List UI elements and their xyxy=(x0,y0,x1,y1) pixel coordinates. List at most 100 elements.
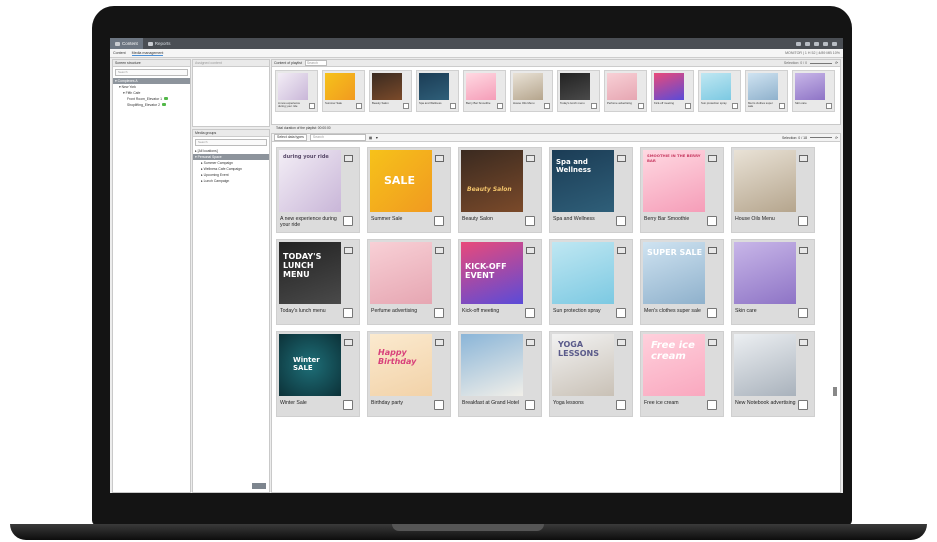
playlist-item[interactable]: A new experience during your ride xyxy=(275,70,318,112)
media-card[interactable]: New Notebook advertising xyxy=(731,331,815,417)
playlist-item[interactable]: Kick-off meeting xyxy=(651,70,694,112)
scrollbar-handle[interactable] xyxy=(833,387,837,396)
media-card[interactable]: Sun protection spray xyxy=(549,239,633,325)
media-card-label: Today's lunch menu xyxy=(280,308,326,314)
media-card-checkbox[interactable] xyxy=(798,400,808,410)
media-card-checkbox[interactable] xyxy=(616,400,626,410)
media-thumbnail: Spa and Wellness xyxy=(552,150,614,212)
media-card[interactable]: SALE Summer Sale xyxy=(367,147,451,233)
media-card[interactable]: Beauty Salon Beauty Salon xyxy=(458,147,542,233)
tab-reports[interactable]: Reports xyxy=(143,38,176,49)
groups-search-input[interactable]: Search xyxy=(195,139,267,146)
media-card-checkbox[interactable] xyxy=(525,308,535,318)
image-type-icon xyxy=(799,247,808,254)
settings-icon[interactable] xyxy=(823,41,828,46)
close-icon[interactable] xyxy=(832,41,837,46)
subtab-media-management[interactable]: Media management xyxy=(131,51,164,56)
playlist-item-checkbox[interactable] xyxy=(638,103,644,109)
structure-search-input[interactable]: Search xyxy=(115,69,188,76)
media-card[interactable]: KICK-OFF EVENT Kick-off meeting xyxy=(458,239,542,325)
media-card-checkbox[interactable] xyxy=(525,216,535,226)
media-card[interactable]: Spa and Wellness Spa and Wellness xyxy=(549,147,633,233)
playlist-thumbnail xyxy=(372,73,402,100)
playlist-item[interactable]: House Oils Menu xyxy=(510,70,553,112)
structure-tree: ▾ Complexes A ▾ New York ▾ Fifth Cafe Fr… xyxy=(113,78,190,108)
media-card[interactable]: YOGA LESSONS Yoga lessons xyxy=(549,331,633,417)
media-card[interactable]: Free ice cream Free ice cream xyxy=(640,331,724,417)
media-card[interactable]: during your ride A new experience during … xyxy=(276,147,360,233)
playlist-item-checkbox[interactable] xyxy=(309,103,315,109)
media-card[interactable]: Winter SALE Winter Sale xyxy=(276,331,360,417)
playlist-item-label: Perfume advertising xyxy=(607,101,632,105)
playlist-item-checkbox[interactable] xyxy=(356,103,362,109)
filter-icon[interactable]: ▼ xyxy=(375,136,378,140)
media-card[interactable]: Skin care xyxy=(731,239,815,325)
thumbnail-text: Happy Birthday xyxy=(378,348,417,366)
data-type-select[interactable]: Select data types xyxy=(274,134,307,141)
media-card-checkbox[interactable] xyxy=(707,308,717,318)
playlist-item[interactable]: Sun protection spray xyxy=(698,70,741,112)
playlist-item-checkbox[interactable] xyxy=(450,103,456,109)
playlist-item[interactable]: Skin care xyxy=(792,70,835,112)
media-card[interactable]: SUPER SALE Men's clothes super sale xyxy=(640,239,724,325)
zoom-slider[interactable] xyxy=(810,62,833,64)
refresh-icon[interactable]: ⟳ xyxy=(835,61,838,65)
media-card[interactable]: Perfume advertising xyxy=(367,239,451,325)
playlist-item[interactable]: Summer Sale xyxy=(322,70,365,112)
media-card-checkbox[interactable] xyxy=(434,308,444,318)
playlist-item[interactable]: Today's lunch menu xyxy=(557,70,600,112)
media-card-checkbox[interactable] xyxy=(343,400,353,410)
playlist-item-checkbox[interactable] xyxy=(685,103,691,109)
playlist-item[interactable]: Men's clothes super sale xyxy=(745,70,788,112)
playlist-item[interactable]: Berry Bar Smoothie xyxy=(463,70,506,112)
media-card-checkbox[interactable] xyxy=(343,308,353,318)
media-card-checkbox[interactable] xyxy=(343,216,353,226)
image-type-icon xyxy=(617,247,626,254)
playlist-item-checkbox[interactable] xyxy=(826,103,832,109)
playlist-item-label: A new experience during your ride xyxy=(278,101,301,108)
zoom-slider[interactable] xyxy=(810,137,833,138)
media-card-checkbox[interactable] xyxy=(525,400,535,410)
media-thumbnail: during your ride xyxy=(279,150,341,212)
playlist-thumbnail xyxy=(701,73,731,100)
media-card[interactable]: Happy Birthday Birthday party xyxy=(367,331,451,417)
tab-content[interactable]: Content xyxy=(110,38,143,49)
playlist-item-checkbox[interactable] xyxy=(591,103,597,109)
tree-item[interactable]: Shoplifting_Elevator 2 xyxy=(113,102,190,108)
media-card-checkbox[interactable] xyxy=(434,400,444,410)
media-card[interactable]: SMOOTHIE IN THE BERRY BAR Berry Bar Smoot… xyxy=(640,147,724,233)
media-card-checkbox[interactable] xyxy=(707,400,717,410)
media-search-input[interactable]: Search xyxy=(309,134,366,141)
subtab-content[interactable]: Content xyxy=(113,51,126,55)
grid-view-icon[interactable]: ▦ xyxy=(369,136,372,140)
media-card-label: Berry Bar Smoothie xyxy=(644,216,690,222)
panel-title: Assigned content xyxy=(195,61,222,65)
media-card-checkbox[interactable] xyxy=(434,216,444,226)
playlist-search-input[interactable]: Search xyxy=(304,60,327,66)
media-card-label: Spa and Wellness xyxy=(553,216,595,222)
minimize-icon[interactable] xyxy=(796,41,801,46)
group-item[interactable]: ▸ Lunch Campaign xyxy=(193,178,269,184)
media-card-checkbox[interactable] xyxy=(616,308,626,318)
playlist-item-checkbox[interactable] xyxy=(544,103,550,109)
refresh-icon[interactable]: ⟳ xyxy=(835,136,838,140)
user-icon[interactable] xyxy=(814,41,819,46)
image-type-icon xyxy=(799,155,808,162)
playlist-item-checkbox[interactable] xyxy=(732,103,738,109)
media-card[interactable]: TODAY'S LUNCH MENU Today's lunch menu xyxy=(276,239,360,325)
playlist-item[interactable]: Spa and Wellness xyxy=(416,70,459,112)
thumbnail-text: during your ride xyxy=(283,154,329,160)
playlist-item[interactable]: Perfume advertising xyxy=(604,70,647,112)
monitor-icon[interactable] xyxy=(805,41,810,46)
playlist-item-checkbox[interactable] xyxy=(403,103,409,109)
playlist-item[interactable]: Beauty Salon xyxy=(369,70,412,112)
playlist-item-checkbox[interactable] xyxy=(779,103,785,109)
media-card-checkbox[interactable] xyxy=(616,216,626,226)
media-card-checkbox[interactable] xyxy=(798,216,808,226)
add-group-button[interactable] xyxy=(252,483,266,489)
media-card-checkbox[interactable] xyxy=(707,216,717,226)
media-card[interactable]: Breakfast at Grand Hotel xyxy=(458,331,542,417)
media-card-checkbox[interactable] xyxy=(798,308,808,318)
playlist-item-checkbox[interactable] xyxy=(497,103,503,109)
media-card[interactable]: House Oils Menu xyxy=(731,147,815,233)
